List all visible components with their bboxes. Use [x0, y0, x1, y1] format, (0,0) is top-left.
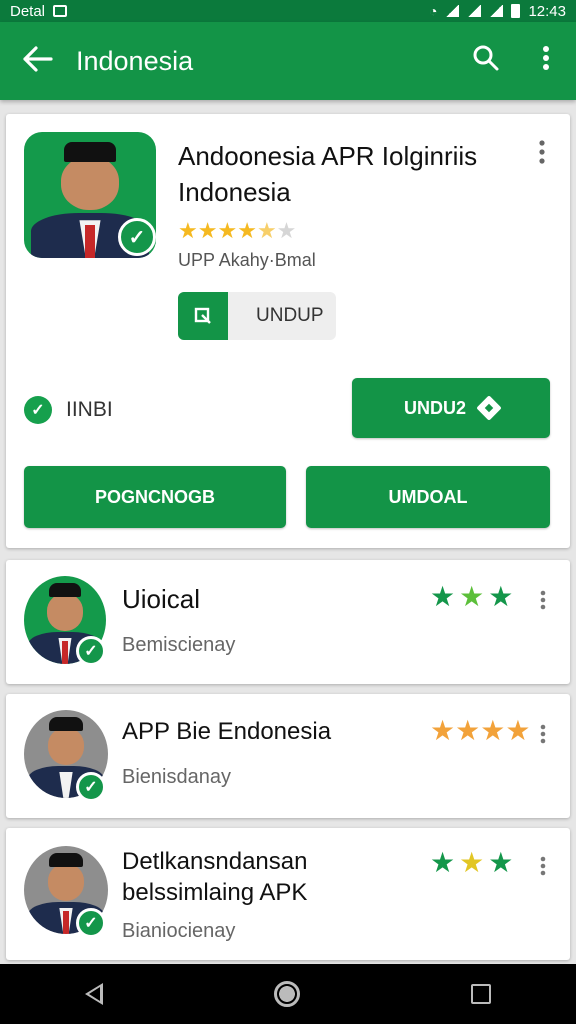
more-vert-icon[interactable] [538, 140, 546, 168]
star-icon: ★ [459, 847, 489, 878]
left-action-label: POGNCNOGB [94, 486, 215, 507]
download-chip-label: UNDUP [256, 305, 324, 326]
verified-row: ✓ IINBI [24, 396, 113, 424]
list-item-subtitle: Bianiocienay [122, 920, 236, 942]
verified-badge-icon: ✓ [76, 772, 106, 802]
app-bar: Indonesia [0, 22, 576, 100]
carrier-label: Detal [10, 2, 46, 20]
download-icon [178, 292, 228, 340]
download-button[interactable]: UMDOAL [306, 466, 550, 528]
star-icon: ★ [430, 581, 460, 612]
battery-icon [511, 4, 521, 18]
list-item[interactable]: ✓ Uioical Bemiscienay ★★★ [6, 560, 570, 684]
rating-stars: ★★★ [430, 846, 517, 879]
verified-badge-icon: ✓ [118, 218, 156, 256]
star-icon: ★ [459, 581, 489, 612]
featured-app-card: ✓ Andoonesia APR Iolginriis Indonesia ★★… [6, 114, 570, 548]
verified-badge-icon: ✓ [76, 636, 106, 666]
list-item-subtitle: Bemiscienay [122, 634, 236, 656]
nav-recents-icon[interactable] [470, 984, 491, 1004]
more-vert-icon[interactable] [516, 45, 576, 78]
more-vert-icon[interactable] [540, 588, 546, 614]
arrow-left-icon[interactable] [0, 44, 76, 78]
star-icon: ★ [430, 715, 456, 746]
list-item[interactable]: ✓ Detlkansndansan belssimlaing APK Biani… [6, 828, 570, 960]
rating-stars: ★★★★★★ [178, 218, 296, 244]
nav-back-icon[interactable] [85, 983, 104, 1005]
developer-meta: UPP Akahy·Bmal [178, 250, 316, 270]
signal-icon-2 [467, 5, 482, 17]
download-chip[interactable]: UNDUP [178, 292, 336, 340]
clock: 12:43 [528, 2, 566, 20]
nav-home-icon[interactable] [273, 981, 300, 1007]
system-nav-bar [0, 964, 576, 1024]
star-icon: ★ [178, 218, 198, 243]
star-icon: ★ [430, 847, 460, 878]
star-icon: ★ [197, 218, 218, 243]
install-button[interactable]: UNDU2 [352, 378, 550, 438]
rating-stars: ★★★★ [430, 714, 530, 747]
star-icon: ★ [505, 715, 531, 746]
verified-label: IINBI [66, 398, 113, 421]
list-item-title: Detlkansndansan belssimlaing APK [122, 848, 308, 906]
star-half-icon: ★ [256, 218, 277, 243]
rating-stars: ★★★ [430, 580, 517, 613]
star-empty-icon: ★ [276, 218, 297, 243]
list-item-title: Uioical [122, 584, 201, 614]
list-item[interactable]: ✓ APP Bie Endonesia Bienisdanay ★★★★ [6, 694, 570, 818]
wifi-icon: ◔ [428, 3, 438, 19]
app-title: Andoonesia APR Iolginriis Indonesia [178, 141, 478, 207]
list-item-title: APP Bie Endonesia [122, 718, 332, 745]
star-icon: ★ [455, 715, 481, 746]
status-bar: Detal ◔ 12:43 [0, 0, 576, 22]
search-icon[interactable] [456, 44, 516, 79]
notification-icon [53, 5, 68, 17]
verified-badge-icon: ✓ [76, 908, 106, 938]
star-icon: ★ [488, 847, 518, 878]
check-circle-icon: ✓ [24, 396, 52, 424]
download-button-label: UMDOAL [388, 486, 468, 507]
more-vert-icon[interactable] [540, 722, 546, 748]
install-button-label: UNDU2 [403, 397, 466, 418]
list-item-subtitle: Bienisdanay [122, 766, 231, 788]
star-icon: ★ [488, 581, 518, 612]
star-icon: ★ [237, 218, 257, 243]
signal-icon-3 [489, 5, 504, 17]
signal-icon [445, 5, 460, 17]
left-action-button[interactable]: POGNCNOGB [24, 466, 286, 528]
star-icon: ★ [480, 715, 506, 746]
page-title: Indonesia [76, 45, 194, 76]
diamond-arrow-icon [476, 395, 502, 421]
more-vert-icon[interactable] [540, 854, 546, 880]
star-icon: ★ [217, 218, 238, 243]
